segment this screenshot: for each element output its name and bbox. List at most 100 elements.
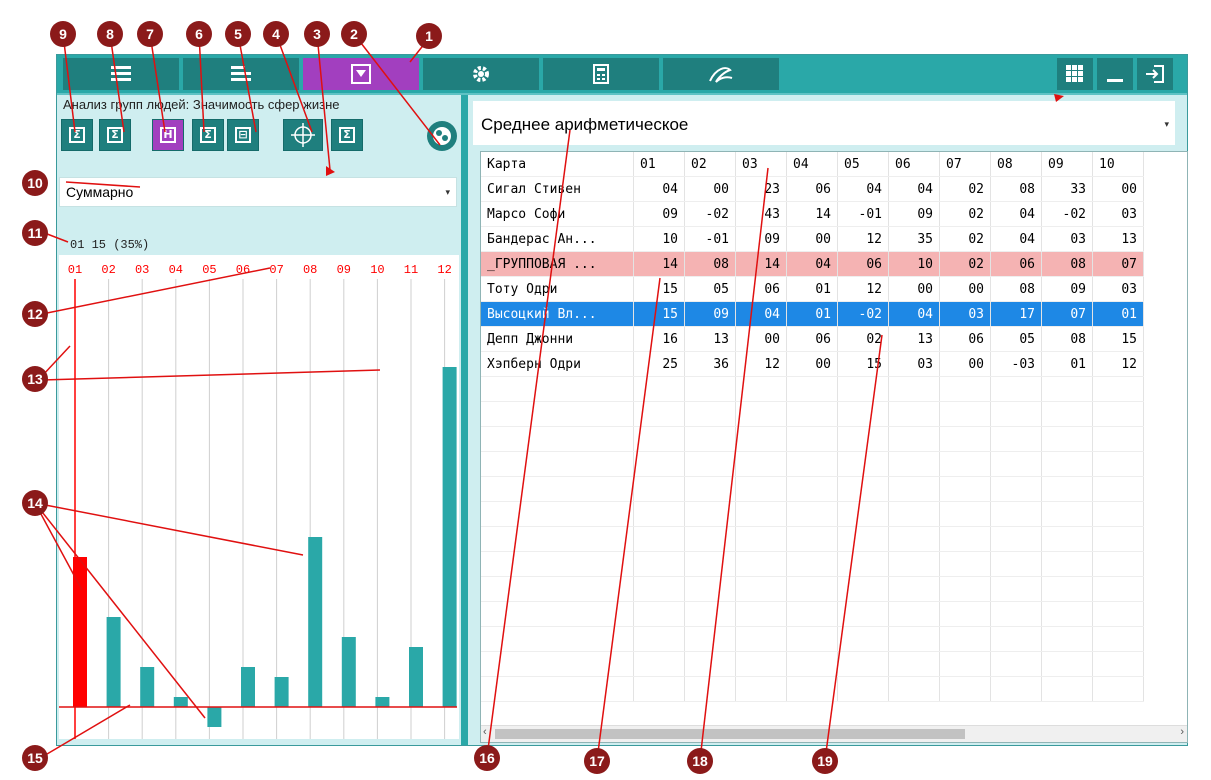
empty-cell	[837, 526, 889, 552]
sum-weighted-button[interactable]: Σ	[99, 119, 131, 151]
palette-button[interactable]	[427, 121, 457, 151]
column-header[interactable]: 03	[735, 152, 787, 177]
empty-cell	[888, 476, 940, 502]
bar[interactable]	[341, 637, 356, 707]
bar[interactable]	[442, 367, 457, 707]
table-row[interactable]: Тоту Одри 15 05 06 01 12 00 00 08 09 03	[481, 276, 1144, 302]
column-header[interactable]: 05	[837, 152, 889, 177]
horizontal-scrollbar[interactable]: ‹ ›	[481, 725, 1187, 742]
sum-alt-button[interactable]: Σ	[192, 119, 224, 151]
table-row[interactable]: Хэпберн Одри 25 36 12 00 15 03 00 -03 01 12	[481, 351, 1144, 377]
tab-filter[interactable]	[303, 58, 419, 90]
scrollbar-thumb[interactable]	[495, 729, 965, 739]
tab-list-alt[interactable]	[183, 58, 299, 90]
bar[interactable]	[173, 697, 188, 707]
empty-cell	[939, 551, 991, 577]
empty-cell	[633, 651, 685, 677]
tab-signature[interactable]	[663, 58, 779, 90]
value-cell: 04	[888, 176, 940, 202]
value-cell: 13	[888, 326, 940, 352]
column-header[interactable]: 01	[633, 152, 685, 177]
top-toolbar	[57, 55, 1187, 93]
bar[interactable]	[274, 677, 289, 707]
value-cell: 13	[684, 326, 736, 352]
bar[interactable]	[308, 537, 323, 707]
scroll-right-icon[interactable]: ›	[1180, 726, 1184, 738]
signature-icon	[709, 67, 733, 83]
row-name-cell: Тоту Одри	[481, 276, 634, 302]
bar[interactable]	[73, 557, 87, 707]
column-header[interactable]: 09	[1041, 152, 1093, 177]
bar[interactable]	[375, 697, 390, 707]
status-text: 01 15 (35%)	[70, 238, 150, 252]
empty-cell	[990, 501, 1042, 527]
histogram-button[interactable]: H	[152, 119, 184, 151]
sum-weighted-icon: Σ	[107, 127, 123, 143]
empty-cell	[939, 401, 991, 427]
value-cell: 02	[837, 326, 889, 352]
splitter[interactable]	[461, 95, 468, 745]
bar[interactable]	[106, 617, 121, 707]
scroll-left-icon[interactable]: ‹	[483, 726, 487, 738]
empty-cell	[888, 451, 940, 477]
value-cell: 12	[837, 226, 889, 252]
column-header[interactable]: 10	[1092, 152, 1144, 177]
collapse-button[interactable]: ⊟	[227, 119, 259, 151]
empty-cell	[684, 601, 736, 627]
bar[interactable]	[207, 707, 222, 727]
tab-settings[interactable]	[423, 58, 539, 90]
empty-cell	[481, 601, 634, 627]
empty-cell	[1041, 576, 1093, 602]
table-row[interactable]: Высоцкий Вл... 15 09 04 01 -02 04 03 17 07 01	[481, 301, 1144, 327]
callout-6: 6	[186, 21, 212, 47]
category-label: 03	[135, 263, 149, 277]
sum-total-button[interactable]: Σ	[331, 119, 363, 151]
table-row[interactable]: Сигал Стивен 04 00 23 06 04 04 02 08 33 00	[481, 176, 1144, 202]
grid-button[interactable]	[1057, 58, 1093, 90]
table-row[interactable]: Депп Джонни 16 13 00 06 02 13 06 05 08 15	[481, 326, 1144, 352]
tab-list[interactable]	[63, 58, 179, 90]
table-row[interactable]: Марсо Софи 09 -02 43 14 -01 09 02 04 -02 03	[481, 201, 1144, 227]
empty-cell	[837, 401, 889, 427]
column-header[interactable]: 08	[990, 152, 1042, 177]
value-cell: 03	[1041, 226, 1093, 252]
row-name-cell: Марсо Софи	[481, 201, 634, 227]
mode-select[interactable]: Суммарно ▾	[59, 177, 457, 207]
empty-cell	[633, 601, 685, 627]
aggregate-select-value: Среднее арифметическое	[481, 115, 689, 134]
bar[interactable]	[140, 667, 155, 707]
category-label: 01	[68, 263, 82, 277]
table-row[interactable]: _ГРУППОВАЯ ... 14 08 14 04 06 10 02 06 08 07	[481, 251, 1144, 277]
value-cell: 09	[684, 301, 736, 327]
crosshair-button[interactable]	[283, 119, 323, 151]
bar[interactable]	[409, 647, 423, 707]
empty-cell	[481, 526, 634, 552]
empty-cell	[735, 376, 787, 402]
aggregate-select[interactable]: Среднее арифметическое ▾	[473, 101, 1175, 145]
column-header[interactable]: 04	[786, 152, 838, 177]
empty-cell	[990, 576, 1042, 602]
empty-cell	[1092, 451, 1144, 477]
callout-5: 5	[225, 21, 251, 47]
table-row[interactable]: Бандерас Ан... 10 -01 09 00 12 35 02 04 03 13	[481, 226, 1144, 252]
exit-button[interactable]	[1137, 58, 1173, 90]
column-header[interactable]: 07	[939, 152, 991, 177]
empty-cell	[888, 401, 940, 427]
column-header[interactable]: 02	[684, 152, 736, 177]
empty-cell	[684, 426, 736, 452]
empty-cell	[481, 401, 634, 427]
left-panel: Анализ групп людей: Значимость сфер жизн…	[57, 95, 461, 745]
minimize-button[interactable]	[1097, 58, 1133, 90]
value-cell: 08	[1041, 326, 1093, 352]
callout-2: 2	[341, 21, 367, 47]
sum-button[interactable]: Σ	[61, 119, 93, 151]
column-header[interactable]: 06	[888, 152, 940, 177]
column-header[interactable]: Карта	[481, 152, 634, 177]
empty-cell	[1041, 376, 1093, 402]
bar[interactable]	[241, 667, 255, 707]
tab-calculator[interactable]	[543, 58, 659, 90]
table-header: Карта 01 02 03 04 05 06 07 08 09 10	[481, 152, 1144, 177]
data-table: Карта 01 02 03 04 05 06 07 08 09 10 Сигал Стивен 04…	[481, 152, 1144, 702]
category-label: 12	[437, 263, 451, 277]
callout-3: 3	[304, 21, 330, 47]
